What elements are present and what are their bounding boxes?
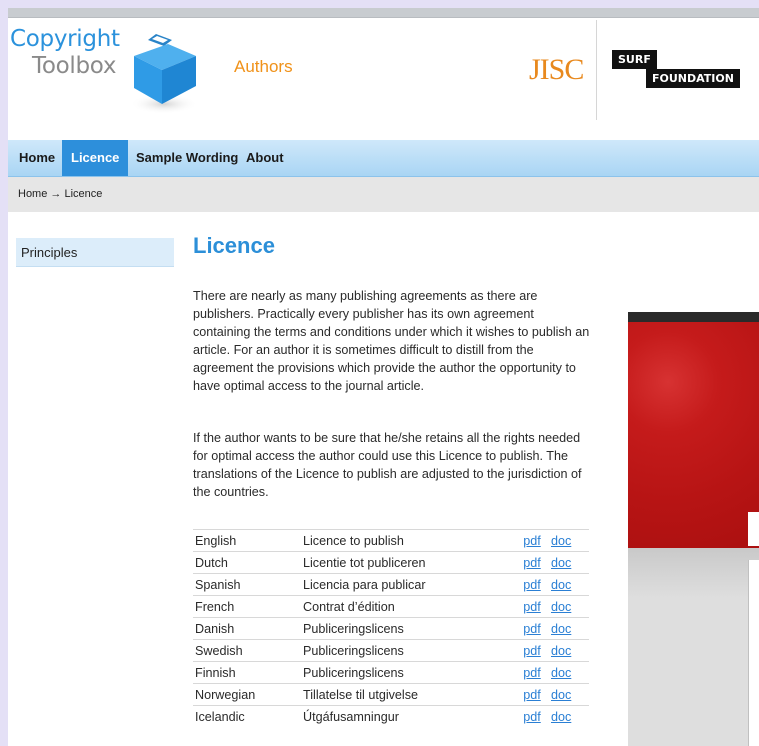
promo-tab[interactable]	[748, 512, 759, 546]
intro-paragraph: There are nearly as many publishing agre…	[193, 289, 590, 393]
pdf-link[interactable]: pdf	[523, 600, 541, 614]
jisc-logo[interactable]: JISC	[529, 53, 584, 87]
page-title: Licence	[193, 233, 275, 258]
header-divider	[596, 20, 597, 120]
doc-link[interactable]: doc	[551, 534, 571, 548]
top-strip	[8, 8, 759, 18]
nav-sample-wording[interactable]: Sample Wording	[127, 140, 247, 176]
licence-paragraph: If the author wants to be sure that he/s…	[193, 431, 582, 499]
pdf-link[interactable]: pdf	[523, 556, 541, 570]
doc-link[interactable]: doc	[551, 666, 571, 680]
logo-line-2: Toolbox	[32, 53, 117, 79]
licence-title-cell: Contrat d’édition	[301, 595, 515, 618]
nav-about[interactable]: About	[237, 140, 293, 176]
section-title: Authors	[234, 57, 293, 76]
language-cell: Spanish	[193, 573, 301, 596]
table-row: Swedish Publiceringslicens pdf doc	[193, 639, 589, 662]
promo-top-bar	[628, 312, 759, 322]
licence-title-cell: Publiceringslicens	[301, 617, 515, 640]
licence-title-cell: Publiceringslicens	[301, 639, 515, 662]
licence-title-cell: Publiceringslicens	[301, 661, 515, 684]
promo-image	[628, 322, 759, 548]
language-cell: Swedish	[193, 639, 301, 662]
language-cell: Finnish	[193, 661, 301, 684]
doc-link[interactable]: doc	[551, 556, 571, 570]
licence-table: English Licence to publish pdf doc Dutch…	[193, 529, 589, 727]
surf-logo-line-1: SURF	[612, 50, 657, 69]
licence-title-cell: Licencia para publicar	[301, 573, 515, 596]
table-row: Spanish Licencia para publicar pdf doc	[193, 573, 589, 596]
window-frame-left	[0, 0, 8, 746]
language-cell: Icelandic	[193, 705, 301, 727]
table-row: English Licence to publish pdf doc	[193, 529, 589, 552]
logo-line-1: Copyright	[10, 26, 120, 52]
main-nav: Home Licence Sample Wording About	[8, 140, 759, 177]
language-cell: English	[193, 529, 301, 552]
window-frame-top	[0, 0, 759, 8]
pdf-link[interactable]: pdf	[523, 666, 541, 680]
doc-link[interactable]: doc	[551, 600, 571, 614]
language-cell: Dutch	[193, 551, 301, 574]
pdf-link[interactable]: pdf	[523, 644, 541, 658]
licence-title-cell: Útgáfusamningur	[301, 705, 515, 727]
promo-banner[interactable]	[628, 312, 759, 746]
pdf-link[interactable]: pdf	[523, 688, 541, 702]
promo-panel	[748, 560, 759, 746]
table-row: Icelandic Útgáfusamningur pdf doc	[193, 705, 589, 727]
surf-logo-line-2: FOUNDATION	[646, 69, 740, 88]
breadcrumb[interactable]: Home → Licence	[18, 188, 102, 200]
doc-link[interactable]: doc	[551, 644, 571, 658]
doc-link[interactable]: doc	[551, 710, 571, 724]
language-cell: French	[193, 595, 301, 618]
table-row: Norwegian Tillatelse til utgivelse pdf d…	[193, 683, 589, 706]
doc-link[interactable]: doc	[551, 688, 571, 702]
table-row: Finnish Publiceringslicens pdf doc	[193, 661, 589, 684]
nav-licence[interactable]: Licence	[62, 140, 129, 176]
pdf-link[interactable]: pdf	[523, 578, 541, 592]
language-cell: Danish	[193, 617, 301, 640]
toolbox-icon	[130, 34, 198, 114]
table-row: Dutch Licentie tot publiceren pdf doc	[193, 551, 589, 574]
language-cell: Norwegian	[193, 683, 301, 706]
pdf-link[interactable]: pdf	[523, 622, 541, 636]
pdf-link[interactable]: pdf	[523, 534, 541, 548]
table-row: French Contrat d’édition pdf doc	[193, 595, 589, 618]
table-row: Danish Publiceringslicens pdf doc	[193, 617, 589, 640]
doc-link[interactable]: doc	[551, 578, 571, 592]
surf-foundation-logo[interactable]: SURF FOUNDATION	[612, 50, 740, 90]
doc-link[interactable]: doc	[551, 622, 571, 636]
nav-home[interactable]: Home	[10, 140, 64, 176]
pdf-link[interactable]: pdf	[523, 710, 541, 724]
promo-shadow	[628, 548, 759, 598]
licence-title-cell: Licence to publish	[301, 529, 515, 552]
sidebar-item-principles[interactable]: Principles	[16, 238, 174, 267]
site-logo[interactable]: Copyright Toolbox	[10, 26, 120, 80]
licence-title-cell: Licentie tot publiceren	[301, 551, 515, 574]
licence-title-cell: Tillatelse til utgivelse	[301, 683, 515, 706]
breadcrumb-bar: Home → Licence	[8, 177, 759, 212]
